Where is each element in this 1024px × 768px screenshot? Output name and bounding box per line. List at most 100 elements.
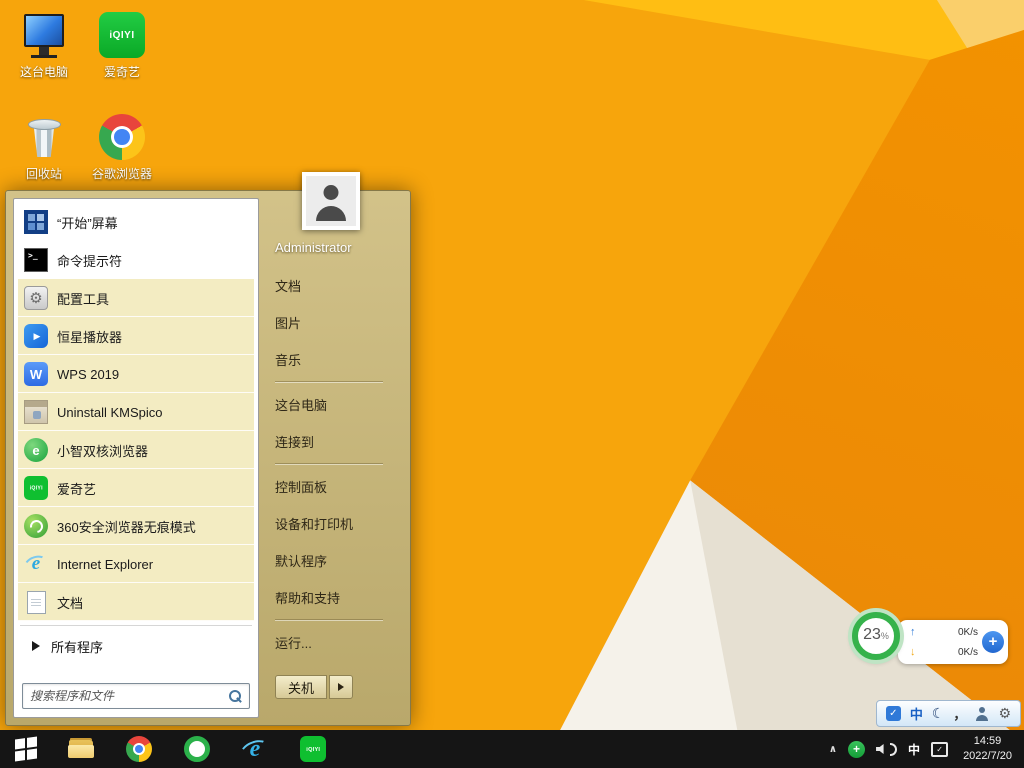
start-menu-inner: “开始”屏幕命令提示符配置工具恒星播放器 WPS 2019 Uninstall KM… (6, 191, 410, 725)
cmd-icon (24, 248, 48, 272)
iqiyi-icon (300, 736, 326, 762)
menu-item-label: “开始”屏幕 (57, 213, 118, 232)
shutdown-button[interactable]: 关机 (275, 675, 327, 699)
add-button[interactable] (982, 631, 1004, 653)
ime-icon[interactable]: 中 (910, 704, 923, 723)
chrome-icon (126, 736, 152, 762)
start-menu-item[interactable]: 爱奇艺 (18, 469, 254, 507)
separator (275, 619, 383, 621)
upload-speed: 0K/s (958, 627, 978, 638)
start-menu-item[interactable]: WPS 2019 (18, 355, 254, 393)
volume-icon[interactable] (876, 743, 897, 756)
desktop-icon-label: 谷歌浏览器 (92, 165, 152, 182)
start-menu-right-item[interactable]: 图片 (275, 304, 393, 341)
menu-item-label: WPS 2019 (57, 367, 119, 382)
shutdown-options-button[interactable] (329, 675, 353, 699)
tools-icon (24, 286, 48, 310)
net-speed-widget[interactable]: 0K/s 0K/s 23 % (852, 610, 1010, 676)
taskbar-browser360-button[interactable] (168, 730, 226, 768)
taskbar-explorer-button[interactable] (52, 730, 110, 768)
gauge-percent-sign: % (881, 631, 889, 641)
clock[interactable]: 14:59 2022/7/20 (959, 734, 1020, 764)
menu-item-label: Uninstall KMSpico (57, 405, 163, 420)
taskbar-buttons (52, 730, 342, 768)
b360-icon (24, 514, 48, 538)
all-programs-label: 所有程序 (51, 637, 103, 656)
start-menu-right-item[interactable]: 文档 (275, 267, 393, 304)
check-square-icon[interactable] (886, 706, 901, 721)
menu-item-label: 恒星播放器 (57, 327, 122, 346)
wps-icon (24, 362, 48, 386)
user-avatar[interactable] (302, 172, 360, 230)
upload-arrow-icon (910, 626, 916, 638)
start-menu-right-item[interactable]: 连接到 (275, 423, 393, 460)
search-row (18, 679, 254, 713)
download-row: 0K/s (910, 646, 978, 658)
startscreen-icon (24, 210, 48, 234)
start-menu-item[interactable]: 恒星播放器 (18, 317, 254, 355)
start-menu-left-panel: “开始”屏幕命令提示符配置工具恒星播放器 WPS 2019 Uninstall KM… (13, 198, 259, 718)
start-menu-item[interactable]: “开始”屏幕 (18, 203, 254, 241)
start-menu-item[interactable]: 360安全浏览器无痕模式 (18, 507, 254, 545)
start-menu-right-item[interactable]: 音乐 (275, 341, 393, 378)
user-icon[interactable] (975, 707, 989, 721)
taskbar: 中 14:59 2022/7/20 (0, 730, 1024, 768)
download-speed: 0K/s (958, 647, 978, 658)
start-menu-item[interactable]: 配置工具 (18, 279, 254, 317)
explorer-icon (68, 736, 94, 762)
menu-item-label: 文档 (57, 593, 83, 612)
start-menu-right-item[interactable]: 运行... (275, 624, 393, 661)
ie-icon (242, 736, 268, 762)
search-icon[interactable] (228, 689, 242, 703)
chrome-icon (99, 114, 145, 160)
gear-icon[interactable] (998, 705, 1011, 722)
desktop-icon-iqiyi[interactable]: 爱奇艺 (84, 8, 160, 108)
start-menu-item[interactable]: Internet Explorer (18, 545, 254, 583)
separator (20, 625, 252, 626)
start-menu-item[interactable]: 小智双核浏览器 (18, 431, 254, 469)
xiaozhi-icon (24, 438, 48, 462)
all-programs-button[interactable]: 所有程序 (18, 630, 254, 662)
start-menu-right-panel: Administrator 文档图片音乐这台电脑连接到控制面板设备和打印机默认程… (259, 198, 403, 718)
search-box[interactable] (22, 683, 250, 709)
system-tray: 中 14:59 2022/7/20 (829, 734, 1024, 764)
chevron-up-icon[interactable] (829, 744, 837, 755)
separator (275, 381, 383, 383)
taskbar-chrome-button[interactable] (110, 730, 168, 768)
start-menu-right-item[interactable]: 帮助和支持 (275, 579, 393, 616)
recycle-bin-icon (21, 114, 67, 160)
green-plus-icon[interactable] (848, 741, 865, 758)
start-menu-right-links: 文档图片音乐这台电脑连接到控制面板设备和打印机默认程序帮助和支持运行... (275, 267, 393, 661)
desktop-icon-this-pc[interactable]: 这台电脑 (6, 8, 82, 108)
taskbar-ie-button[interactable] (226, 730, 284, 768)
menu-item-label: 命令提示符 (57, 251, 122, 270)
menu-item-label: Internet Explorer (57, 557, 153, 572)
ie-icon (24, 552, 48, 576)
start-menu-right-item[interactable]: 控制面板 (275, 468, 393, 505)
start-menu-right-item[interactable]: 这台电脑 (275, 386, 393, 423)
desktop-icon-grid: 这台电脑爱奇艺回收站谷歌浏览器 (6, 8, 160, 210)
start-menu-item[interactable]: Uninstall KMSpico (18, 393, 254, 431)
taskbar-iqiyi-button[interactable] (284, 730, 342, 768)
action-center-icon[interactable] (931, 742, 948, 757)
start-menu-item[interactable]: 命令提示符 (18, 241, 254, 279)
iqiyi-icon (24, 476, 48, 500)
browser360-icon (184, 736, 210, 762)
start-menu-item[interactable]: 文档 (18, 583, 254, 621)
menu-item-label: 配置工具 (57, 289, 109, 308)
search-input[interactable] (30, 689, 228, 703)
memory-gauge[interactable]: 23 % (852, 612, 900, 660)
moon-icon[interactable] (932, 705, 945, 722)
tray-date: 2022/7/20 (963, 749, 1012, 764)
gauge-percent: 23 (863, 626, 881, 644)
menu-item-label: 爱奇艺 (57, 479, 96, 498)
desktop-icon-label: 爱奇艺 (104, 63, 140, 80)
start-menu-right-item[interactable]: 默认程序 (275, 542, 393, 579)
punctuation-icon[interactable]: ， (953, 704, 966, 723)
start-menu-right-item[interactable]: 设备和打印机 (275, 505, 393, 542)
menu-item-label: 360安全浏览器无痕模式 (57, 517, 196, 536)
ime-icon[interactable]: 中 (908, 741, 920, 758)
start-button[interactable] (0, 730, 52, 768)
user-name: Administrator (275, 240, 393, 255)
menu-item-label: 小智双核浏览器 (57, 441, 148, 460)
